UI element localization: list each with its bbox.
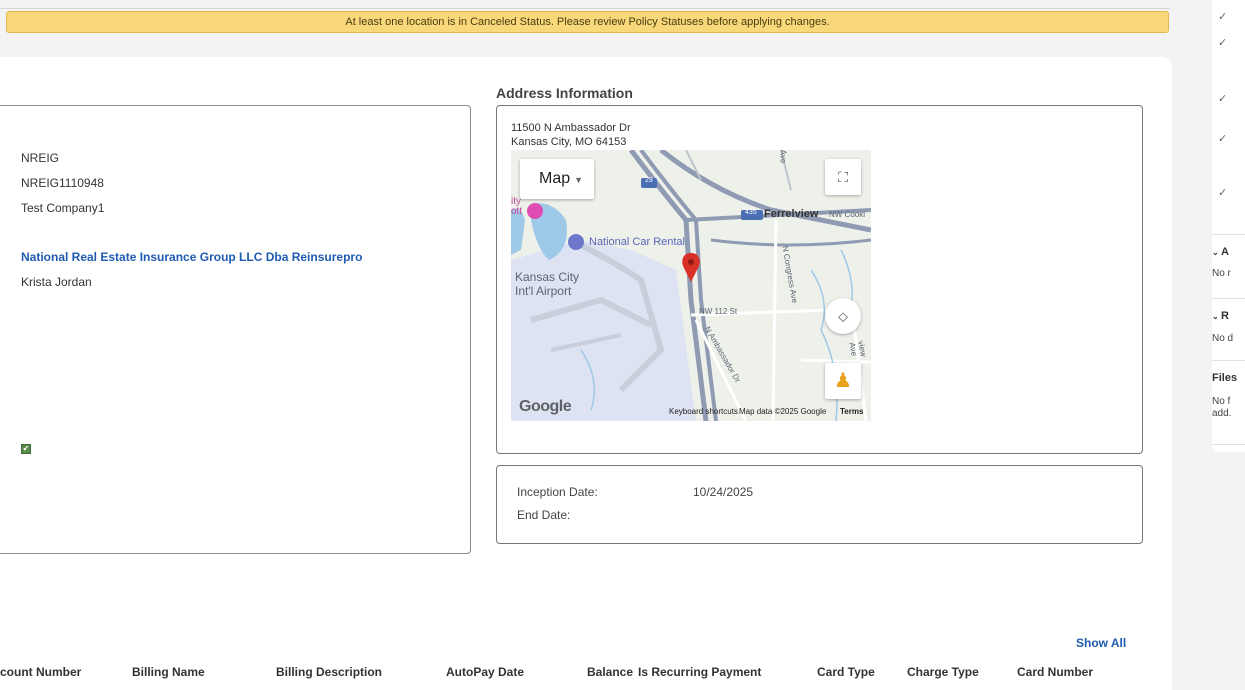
section-a-text: No r bbox=[1212, 268, 1231, 279]
chevron-down-icon: ▼ bbox=[574, 175, 584, 185]
map-label-hwy435: 435 bbox=[745, 209, 757, 216]
policy-info-box: NREIG NREIG1110948 Test Company1 Nationa… bbox=[0, 105, 471, 554]
panel-divider bbox=[1212, 234, 1245, 235]
column-balance[interactable]: Balance bbox=[587, 665, 633, 679]
map-label-cookingham: NW Cooki bbox=[829, 210, 866, 219]
pan-arrows-icon: ⬦ bbox=[838, 308, 848, 324]
company-code: NREIG bbox=[21, 151, 60, 165]
map-label-ave-partial: Ave bbox=[778, 150, 788, 164]
column-account-number[interactable]: count Number bbox=[0, 665, 81, 679]
chevron-down-icon: ⌄ bbox=[1212, 312, 1221, 321]
keyboard-shortcuts-link[interactable]: Keyboard shortcuts bbox=[669, 407, 738, 416]
section-a-title: A bbox=[1220, 246, 1229, 258]
terms-link[interactable]: Terms bbox=[840, 407, 863, 416]
chevron-down-icon: ⌄ bbox=[1212, 248, 1221, 257]
map-label-nw112: NW 112 St bbox=[699, 307, 738, 316]
checkmark-icon: ✓ bbox=[1218, 93, 1228, 105]
policy-dates-box: Inception Date: 10/24/2025 End Date: bbox=[496, 465, 1143, 544]
checkmark-icon: ✓ bbox=[1218, 133, 1228, 145]
checkmark-icon: ✓ bbox=[1218, 37, 1228, 49]
map-label-ott-partial: ott bbox=[511, 206, 523, 217]
checkmark-icon: ✓ bbox=[1218, 187, 1228, 199]
inception-date-value: 10/24/2025 bbox=[693, 485, 754, 499]
policy-card: NREIG NREIG1110948 Test Company1 Nationa… bbox=[0, 57, 1172, 690]
canceled-status-alert: At least one location is in Canceled Sta… bbox=[6, 11, 1169, 33]
camera-control-button[interactable]: ⬦ bbox=[825, 298, 861, 334]
google-logo: Google bbox=[519, 398, 572, 415]
fullscreen-button[interactable]: ⛶ bbox=[825, 159, 861, 195]
column-billing-name[interactable]: Billing Name bbox=[132, 665, 205, 679]
policy-checkbox[interactable]: ✔ bbox=[21, 444, 31, 454]
alert-message: At least one location is in Canceled Sta… bbox=[345, 16, 830, 28]
location-map[interactable]: National Car Rental Kansas City Int'l Ai… bbox=[511, 150, 871, 421]
section-r-title: R bbox=[1220, 310, 1229, 322]
map-label-hwy29: 29 bbox=[645, 177, 653, 184]
panel-divider bbox=[1212, 298, 1245, 299]
column-charge-type[interactable]: Charge Type bbox=[907, 665, 979, 679]
panel-divider bbox=[1212, 444, 1245, 445]
agency-link[interactable]: National Real Estate Insurance Group LLC… bbox=[21, 250, 362, 264]
address-line-2: Kansas City, MO 64153 bbox=[511, 136, 627, 148]
column-billing-description[interactable]: Billing Description bbox=[276, 665, 382, 679]
column-is-recurring-payment[interactable]: Is Recurring Payment bbox=[638, 665, 761, 679]
street-view-pegman[interactable]: ♟ bbox=[825, 363, 861, 399]
column-autopay-date[interactable]: AutoPay Date bbox=[446, 665, 524, 679]
address-section-title: Address Information bbox=[496, 85, 633, 101]
pegman-icon: ♟ bbox=[834, 370, 852, 392]
end-date-label: End Date: bbox=[517, 508, 571, 522]
map-type-label: Map bbox=[539, 170, 571, 187]
map-label-car-rental: National Car Rental bbox=[589, 236, 685, 248]
column-card-number[interactable]: Card Number bbox=[1017, 665, 1093, 679]
column-card-type[interactable]: Card Type bbox=[817, 665, 875, 679]
show-all-link[interactable]: Show All bbox=[1076, 636, 1126, 650]
map-label-airport-2: Int'l Airport bbox=[515, 284, 572, 298]
files-title: Files bbox=[1212, 372, 1238, 384]
insured-name: Test Company1 bbox=[21, 201, 105, 215]
section-a-header[interactable]: ⌄ A bbox=[1212, 246, 1229, 258]
right-side-panel: ✓ ✓ ✓ ✓ ✓ ⌄ A No r ⌄ R No d Files No f a… bbox=[1212, 0, 1245, 452]
map-label-ferrelview: Ferrelview bbox=[764, 208, 819, 220]
section-r-header[interactable]: ⌄ R bbox=[1212, 310, 1229, 322]
address-line-1: 11500 N Ambassador Dr bbox=[511, 122, 631, 134]
map-label-airport-1: Kansas City bbox=[515, 270, 580, 284]
address-box: 11500 N Ambassador Dr Kansas City, MO 64… bbox=[496, 105, 1143, 454]
checkmark-icon: ✓ bbox=[1218, 11, 1228, 23]
policy-number: NREIG1110948 bbox=[21, 176, 104, 190]
top-divider bbox=[0, 8, 1170, 9]
fullscreen-icon: ⛶ bbox=[838, 169, 848, 185]
files-text-1: No f bbox=[1212, 396, 1231, 407]
section-r-text: No d bbox=[1212, 333, 1234, 344]
files-text-2: add. bbox=[1212, 408, 1232, 419]
map-type-select[interactable]: Map ▼ bbox=[520, 159, 594, 199]
inception-date-label: Inception Date: bbox=[517, 485, 598, 499]
map-data-attribution: Map data ©2025 Google bbox=[739, 407, 827, 416]
panel-divider bbox=[1212, 360, 1245, 361]
terms-label: Terms bbox=[840, 407, 864, 416]
agent-name: Krista Jordan bbox=[21, 275, 92, 289]
